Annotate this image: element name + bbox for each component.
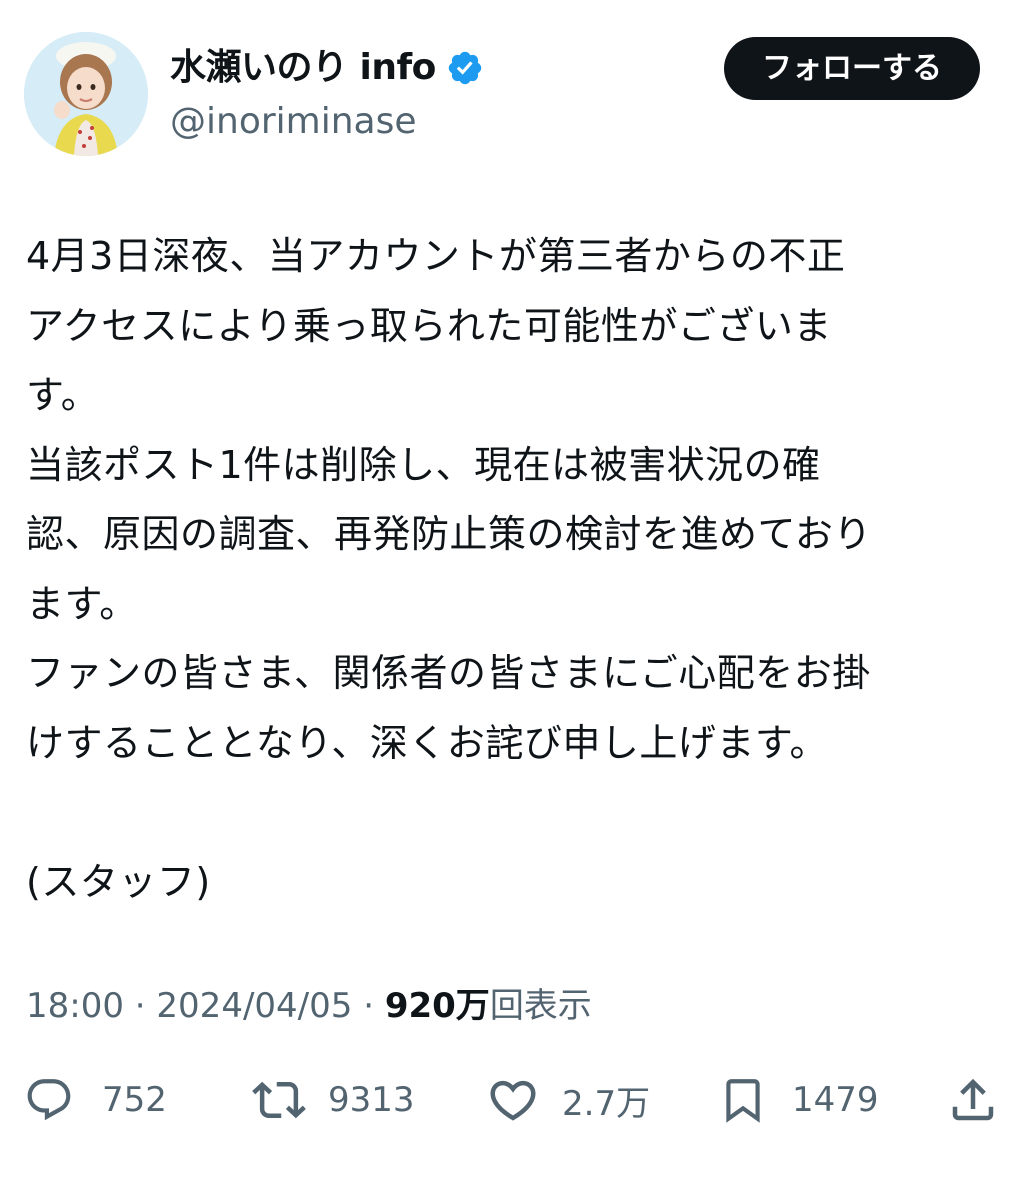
like-button[interactable]: 2.7万 bbox=[486, 1068, 650, 1132]
display-name[interactable]: 水瀬いのり info bbox=[170, 44, 484, 92]
view-count-label: 回表示 bbox=[489, 986, 592, 1026]
tweet-date[interactable]: 2024/04/05 bbox=[156, 986, 352, 1026]
repost-icon bbox=[252, 1073, 306, 1127]
meta-separator: · bbox=[134, 986, 146, 1026]
tweet-line: す。 bbox=[26, 373, 100, 417]
tweet-line: ファンの皆さま、関係者の皆さまにご心配をお掛 bbox=[26, 651, 871, 695]
bookmark-count: 1479 bbox=[792, 1080, 879, 1120]
user-handle[interactable]: @inoriminase bbox=[170, 100, 417, 144]
share-button[interactable] bbox=[946, 1068, 1000, 1132]
tweet-line: アクセスにより乗っ取られた可能性がございま bbox=[26, 303, 832, 348]
tweet-line: けすることとなり、深くお詫び申し上げます。 bbox=[26, 720, 829, 765]
tweet-line: 4月3日深夜、当アカウントが第三者からの不正 bbox=[26, 234, 846, 278]
share-icon bbox=[946, 1073, 1000, 1127]
tweet-time[interactable]: 18:00 bbox=[26, 986, 124, 1026]
reply-icon bbox=[24, 1075, 74, 1125]
tweet-header: 水瀬いのり info @inoriminase フォローする bbox=[0, 0, 1024, 170]
follow-button[interactable]: フォローする bbox=[724, 37, 980, 100]
bookmark-icon bbox=[718, 1073, 768, 1127]
display-name-text: 水瀬いのり info bbox=[170, 47, 436, 88]
profile-avatar[interactable] bbox=[24, 32, 148, 156]
tweet-line: 当該ポスト1件は削除し、現在は被害状況の確 bbox=[26, 442, 821, 487]
view-count[interactable]: 920万 bbox=[385, 986, 490, 1026]
tweet-text: 4月3日深夜、当アカウントが第三者からの不正 アクセスにより乗っ取られた可能性が… bbox=[26, 222, 1006, 917]
reply-count: 752 bbox=[102, 1080, 167, 1120]
repost-count: 9313 bbox=[328, 1080, 415, 1120]
avatar-image bbox=[24, 32, 148, 156]
repost-button[interactable]: 9313 bbox=[252, 1068, 415, 1132]
verified-badge-icon[interactable] bbox=[446, 49, 484, 87]
tweet-action-bar: 752 9313 2.7万 1479 bbox=[0, 1068, 1024, 1132]
reply-button[interactable]: 752 bbox=[24, 1068, 167, 1132]
tweet-line: (スタッフ) bbox=[26, 859, 211, 904]
tweet-meta: 18:00 · 2024/04/05 · 920万回表示 bbox=[26, 982, 592, 1030]
heart-icon bbox=[486, 1073, 540, 1127]
tweet-line: ます。 bbox=[26, 581, 138, 626]
meta-separator: · bbox=[363, 986, 375, 1026]
tweet-line: 認、原因の調査、再発防止策の検討を進めており bbox=[26, 512, 872, 556]
bookmark-button[interactable]: 1479 bbox=[718, 1068, 879, 1132]
like-count: 2.7万 bbox=[562, 1083, 651, 1124]
